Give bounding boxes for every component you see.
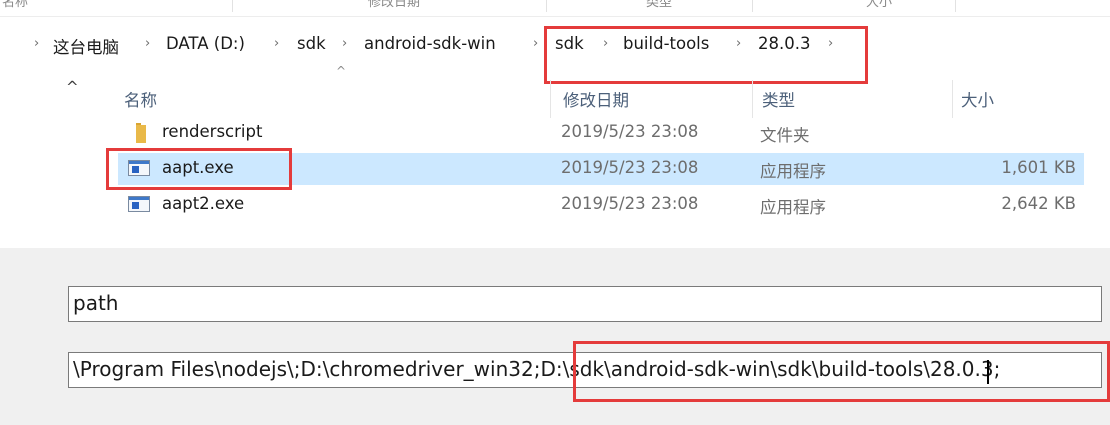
- chevron-right-icon[interactable]: ›: [274, 36, 279, 51]
- sort-ascending-icon: ^: [336, 64, 347, 78]
- breadcrumb-28-0-3[interactable]: 28.0.3: [758, 34, 810, 53]
- chevron-right-icon[interactable]: ›: [34, 36, 39, 51]
- address-breadcrumb: › 这台电脑 › DATA (D:) › sdk › android-sdk-w…: [0, 28, 1110, 60]
- divider: [752, 0, 753, 12]
- exe-icon: [128, 160, 150, 176]
- breadcrumb-build-tools[interactable]: build-tools: [623, 34, 709, 53]
- chevron-right-icon[interactable]: ›: [145, 36, 150, 51]
- breadcrumb-android-sdk-win[interactable]: android-sdk-win: [364, 34, 496, 53]
- text-cursor: [987, 360, 989, 384]
- chevron-right-icon[interactable]: ›: [603, 36, 608, 51]
- variable-value-input[interactable]: \Program Files\nodejs\;D:\chromedriver_w…: [68, 352, 1102, 388]
- divider: [955, 0, 956, 12]
- chevron-right-icon[interactable]: ›: [736, 36, 741, 51]
- chevron-right-icon[interactable]: ›: [342, 36, 347, 51]
- chevron-right-icon[interactable]: ›: [533, 36, 538, 51]
- collapse-caret-icon[interactable]: ^: [66, 78, 79, 96]
- file-type: 应用程序: [760, 162, 826, 181]
- file-name: aapt.exe: [162, 158, 234, 177]
- exe-icon: [128, 196, 150, 212]
- breadcrumb-sdk[interactable]: sdk: [297, 34, 326, 53]
- file-type: 文件夹: [760, 126, 810, 145]
- breadcrumb-this-pc[interactable]: 这台电脑: [53, 34, 119, 58]
- chevron-right-icon[interactable]: ›: [828, 36, 833, 51]
- column-header-size[interactable]: 大小: [961, 87, 994, 111]
- column-header-date[interactable]: 修改日期: [563, 87, 629, 111]
- cropped-header-strip: 名称 修改日期 类型 大小: [0, 0, 1110, 17]
- file-size: 1,601 KB: [1001, 158, 1076, 177]
- cropped-header-fragment: 类型: [646, 0, 673, 10]
- column-header-type[interactable]: 类型: [762, 87, 795, 111]
- column-divider[interactable]: [752, 80, 753, 118]
- file-date: 2019/5/23 23:08: [561, 122, 699, 141]
- column-divider[interactable]: [952, 80, 953, 118]
- env-variable-panel: [0, 248, 1110, 425]
- divider: [546, 0, 547, 12]
- file-type: 应用程序: [760, 198, 826, 217]
- column-header-name[interactable]: 名称: [124, 87, 157, 111]
- cropped-header-fragment: 修改日期: [368, 0, 421, 10]
- file-name: renderscript: [162, 122, 263, 141]
- file-row-aapt-exe[interactable]: aapt.exe 2019/5/23 23:08 应用程序 1,601 KB: [118, 153, 1084, 185]
- breadcrumb-sdk-inner[interactable]: sdk: [555, 34, 584, 53]
- divider: [232, 0, 233, 12]
- file-size: 2,642 KB: [1001, 194, 1076, 213]
- breadcrumb-data-drive[interactable]: DATA (D:): [166, 34, 245, 53]
- file-name: aapt2.exe: [162, 194, 245, 213]
- file-row-renderscript[interactable]: renderscript 2019/5/23 23:08 文件夹: [118, 117, 1084, 149]
- file-date: 2019/5/23 23:08: [561, 158, 699, 177]
- file-date: 2019/5/23 23:08: [561, 194, 699, 213]
- folder-icon: [136, 123, 146, 143]
- cropped-header-fragment: 名称: [2, 0, 29, 10]
- variable-name-input[interactable]: path: [68, 286, 1102, 322]
- file-row-aapt2-exe[interactable]: aapt2.exe 2019/5/23 23:08 应用程序 2,642 KB: [118, 189, 1084, 221]
- column-divider[interactable]: [550, 80, 551, 118]
- cropped-header-fragment: 大小: [866, 0, 893, 10]
